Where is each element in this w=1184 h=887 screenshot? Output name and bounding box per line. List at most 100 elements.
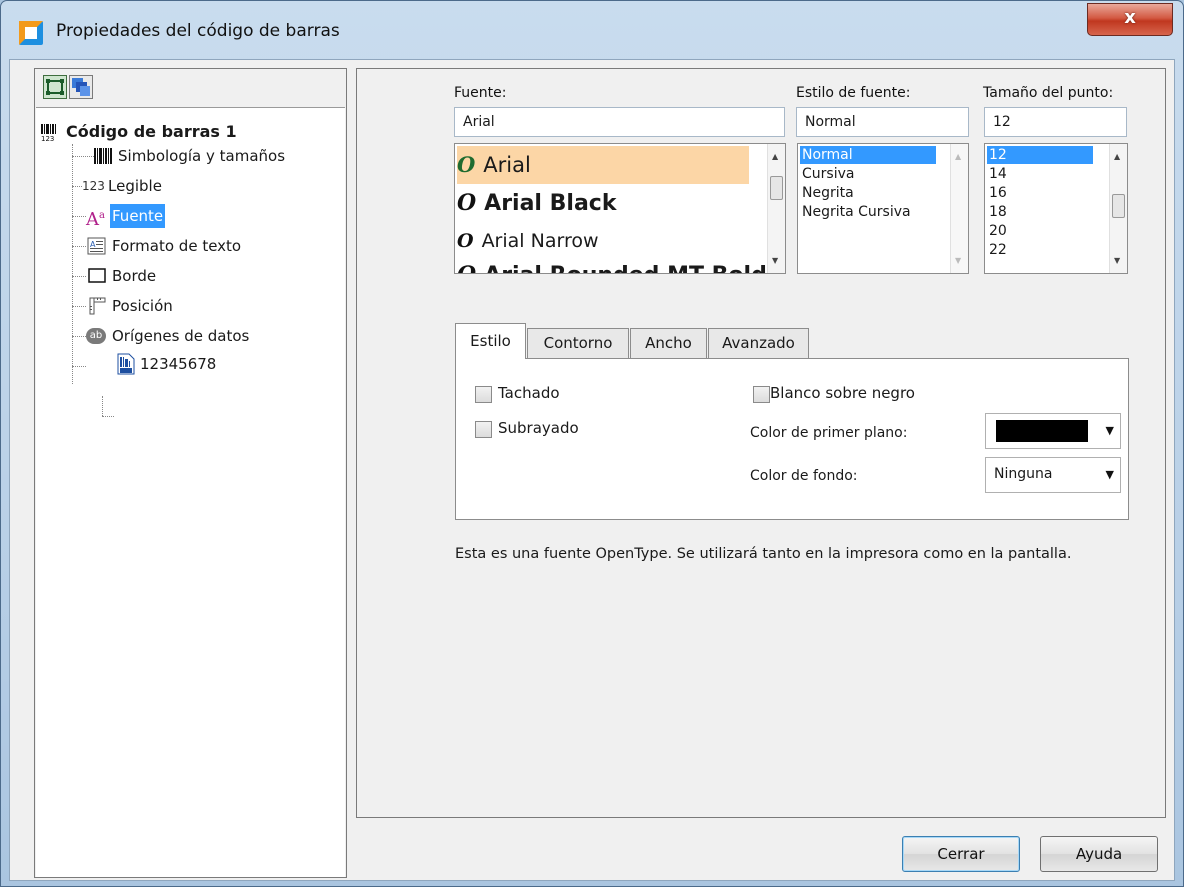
size-option[interactable]: 16: [987, 184, 1007, 202]
svg-text:A: A: [90, 240, 96, 249]
font-list[interactable]: OArial OArial Black OArial Narrow OArial…: [454, 143, 786, 274]
tree-item-data-sources[interactable]: ab Orígenes de datos: [86, 324, 326, 348]
font-style-list[interactable]: Normal Cursiva Negrita Negrita Cursiva ▲…: [797, 143, 969, 274]
font-option-label: Arial Black: [484, 191, 617, 216]
font-info-text: Esta es una fuente OpenType. Se utilizar…: [455, 546, 1072, 562]
font-option[interactable]: O Arial Narrow: [457, 222, 599, 260]
tree-item-text-format[interactable]: A Formato de texto: [86, 234, 326, 258]
font-list-scrollbar[interactable]: ▲ ▼: [767, 144, 785, 273]
barcode-icon: 123: [41, 124, 56, 141]
tree-connector: [72, 144, 73, 384]
layers-icon: [72, 78, 90, 96]
opentype-icon: O: [457, 190, 477, 216]
tab-ancho[interactable]: Ancho: [630, 328, 707, 358]
style-option[interactable]: Negrita Cursiva: [800, 203, 911, 221]
app-icon: [19, 21, 43, 45]
tab-contorno[interactable]: Contorno: [527, 328, 629, 358]
scroll-up-icon[interactable]: ▲: [955, 152, 961, 161]
digits-123-icon: 123: [82, 179, 105, 193]
tree-item-font[interactable]: Aa Fuente: [86, 204, 326, 230]
font-size-field[interactable]: 12: [984, 107, 1127, 137]
navigation-toolbar: [43, 73, 343, 103]
foreground-color-picker[interactable]: ▼: [985, 413, 1121, 449]
size-option[interactable]: 22: [987, 241, 1007, 259]
tree-root-barcode[interactable]: 123 Código de barras 1: [40, 120, 340, 144]
tree-item-label: Orígenes de datos: [112, 327, 250, 345]
background-color-select[interactable]: Ninguna ▼: [985, 457, 1121, 493]
tree-connector: [72, 156, 94, 157]
font-option-label: Arial Narrow: [481, 230, 599, 252]
style-option[interactable]: Cursiva: [800, 165, 854, 183]
foreground-color-swatch: [996, 420, 1088, 442]
scroll-up-icon[interactable]: ▲: [772, 152, 778, 161]
size-option[interactable]: 14: [987, 165, 1007, 183]
font-option-label: Arial Rounded MT Bold: [484, 263, 767, 273]
size-option[interactable]: 20: [987, 222, 1007, 240]
close-icon: x: [1124, 7, 1136, 28]
opentype-icon: O: [457, 262, 476, 273]
white-on-black-checkbox[interactable]: [753, 386, 770, 403]
tree-item-label: Fuente: [110, 204, 166, 228]
close-button[interactable]: Cerrar: [902, 836, 1020, 872]
opentype-icon: O: [457, 230, 474, 252]
scroll-thumb[interactable]: [770, 176, 783, 200]
tree-item-position[interactable]: Posición: [86, 294, 326, 318]
tree-connector: [72, 306, 86, 307]
tree-connector: [72, 216, 86, 217]
close-window-button[interactable]: x: [1087, 3, 1173, 36]
style-option[interactable]: Negrita: [800, 184, 854, 202]
style-label: Estilo de fuente:: [796, 85, 911, 101]
underline-checkbox[interactable]: [475, 421, 492, 438]
font-name-field[interactable]: Arial: [454, 107, 785, 137]
properties-tree: 123 Código de barras 1 Simbología y tama…: [36, 107, 345, 877]
scroll-up-icon[interactable]: ▲: [1114, 152, 1120, 161]
opentype-icon: O: [457, 152, 476, 177]
font-option-label: Arial: [483, 153, 531, 177]
tree-item-label: Posición: [112, 297, 173, 315]
scroll-down-icon[interactable]: ▼: [955, 256, 961, 265]
style-tab-panel: Tachado Subrayado Blanco sobre negro Col…: [455, 358, 1129, 520]
scroll-thumb[interactable]: [1112, 194, 1125, 218]
tree-connector: [72, 366, 86, 367]
svg-text:123: 123: [41, 135, 54, 141]
tree-item-readable[interactable]: 123 Legible: [82, 174, 322, 198]
position-ruler-icon: [89, 297, 106, 315]
background-color-value: Ninguna: [994, 466, 1053, 482]
tree-connector: [72, 186, 82, 187]
size-list-scrollbar[interactable]: ▲ ▼: [1109, 144, 1127, 273]
tree-connector: [102, 396, 103, 416]
tab-avanzado[interactable]: Avanzado: [708, 328, 809, 358]
style-list-scrollbar[interactable]: ▲ ▼: [950, 144, 968, 273]
font-option-selected[interactable]: O Arial: [457, 146, 749, 184]
tree-item-symbology[interactable]: Simbología y tamaños: [92, 144, 332, 168]
font-properties-panel: Fuente: Arial O Arial O Arial Black O Arial…: [356, 68, 1166, 818]
select-element-button[interactable]: [43, 75, 67, 99]
font-a-icon: Aa: [86, 209, 105, 230]
text-format-icon: A: [87, 237, 106, 255]
size-option[interactable]: 18: [987, 203, 1007, 221]
scroll-down-icon[interactable]: ▼: [1114, 256, 1120, 265]
font-style-field[interactable]: Normal: [796, 107, 969, 137]
layers-button[interactable]: [69, 75, 93, 99]
tree-item-datasource-value[interactable]: 12345678: [116, 352, 316, 376]
select-element-icon: [46, 79, 64, 95]
title-bar[interactable]: Propiedades del código de barras x: [1, 1, 1183, 59]
strikethrough-label: Tachado: [498, 384, 560, 402]
font-option[interactable]: O Arial Rounded MT Bold: [457, 256, 767, 273]
data-sources-icon: ab: [86, 328, 106, 344]
size-option-selected[interactable]: 12: [987, 146, 1093, 164]
font-size-list[interactable]: 12 14 16 18 20 22 ▲ ▼: [984, 143, 1128, 274]
strikethrough-checkbox[interactable]: [475, 386, 492, 403]
scroll-down-icon[interactable]: ▼: [772, 256, 778, 265]
tree-connector: [102, 416, 114, 417]
tree-connector: [72, 336, 86, 337]
dialog-window: Propiedades del código de barras x 123 C…: [0, 0, 1184, 887]
font-option[interactable]: O Arial Black: [457, 184, 616, 222]
size-label: Tamaño del punto:: [983, 85, 1114, 101]
barcode-bars-icon: [94, 148, 112, 164]
help-button[interactable]: Ayuda: [1040, 836, 1158, 872]
style-option-selected[interactable]: Normal: [800, 146, 936, 164]
tab-estilo[interactable]: Estilo: [455, 323, 526, 359]
tree-item-border[interactable]: Borde: [86, 264, 326, 288]
tree-connector: [72, 276, 86, 277]
